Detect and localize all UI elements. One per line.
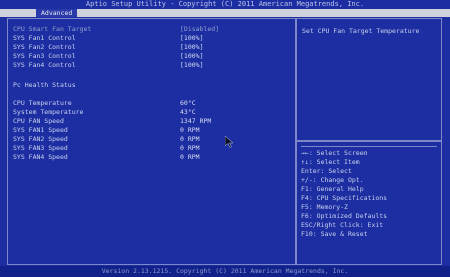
key-enter-select: Enter: Select [301, 167, 352, 175]
health-value: 60°C [180, 99, 196, 107]
setting-sys-fan1-control[interactable]: SYS Fan1 Control [100%] [13, 34, 283, 43]
tab-advanced[interactable]: Advanced [36, 9, 78, 17]
health-section-title: Pc Health Status [13, 81, 76, 89]
tab-bar: Advanced [0, 9, 450, 17]
health-cpu-temperature: CPU Temperature 60°C [13, 99, 283, 108]
key-select-screen: →←: Select Screen [301, 149, 368, 157]
setting-value[interactable]: [100%] [180, 43, 203, 52]
setting-sys-fan3-control[interactable]: SYS Fan3 Control [100%] [13, 52, 283, 61]
setting-value[interactable]: [100%] [180, 52, 203, 61]
setting-label: CPU Smart Fan Target [13, 25, 92, 33]
setting-label: SYS Fan1 Control [13, 34, 76, 42]
setting-sys-fan2-control[interactable]: SYS Fan2 Control [100%] [13, 43, 283, 52]
setting-value[interactable]: [100%] [180, 61, 203, 70]
setting-cpu-smart-fan-target[interactable]: CPU Smart Fan Target [Disabled] [13, 25, 283, 34]
setting-value[interactable]: [100%] [180, 34, 203, 43]
divider [301, 146, 437, 147]
setting-label: SYS Fan2 Control [13, 43, 76, 51]
health-label: SYS FAN2 Speed [13, 135, 68, 143]
health-sys-fan1-speed: SYS FAN1 Speed 0 RPM [13, 126, 283, 135]
window-title: Aptio Setup Utility - Copyright (C) 2011… [85, 0, 365, 8]
setting-sys-fan4-control[interactable]: SYS Fan4 Control [100%] [13, 61, 283, 70]
health-sys-fan2-speed: SYS FAN2 Speed 0 RPM [13, 135, 283, 144]
help-panel: Set CPU Fan Target Temperature [296, 18, 442, 141]
key-exit: ESC/Right Click: Exit [301, 221, 384, 229]
key-general-help: F1: General Help [301, 185, 364, 193]
health-label: SYS FAN4 Speed [13, 153, 68, 161]
key-save-reset: F10: Save & Reset [301, 230, 368, 238]
help-text: Set CPU Fan Target Temperature [302, 27, 420, 35]
key-memory-z: F5: Memory-Z [301, 203, 348, 211]
health-label: CPU FAN Speed [13, 117, 64, 125]
setting-value[interactable]: [Disabled] [180, 25, 219, 34]
health-value: 0 RPM [180, 153, 200, 161]
key-select-item: ↑↓: Select Item [301, 158, 360, 166]
health-sys-fan3-speed: SYS FAN3 Speed 0 RPM [13, 144, 283, 153]
key-cpu-specifications: F4: CPU Specifications [301, 194, 388, 202]
health-label: System Temperature [13, 108, 84, 116]
settings-panel: CPU Smart Fan Target [Disabled] SYS Fan1… [7, 18, 296, 265]
mouse-pointer-icon [225, 136, 234, 148]
health-value: 0 RPM [180, 135, 200, 143]
health-cpu-fan-speed: CPU FAN Speed 1347 RPM [13, 117, 283, 126]
key-legend-panel: →←: Select Screen ↑↓: Select Item Enter:… [296, 141, 442, 265]
health-sys-fan4-speed: SYS FAN4 Speed 0 RPM [13, 153, 283, 162]
health-value: 43°C [180, 108, 196, 116]
health-system-temperature: System Temperature 43°C [13, 108, 283, 117]
health-label: SYS FAN3 Speed [13, 144, 68, 152]
key-optimized-defaults: F6: Optimized Defaults [301, 212, 388, 220]
version-footer: Version 2.13.1215. Copyright (C) 2011 Am… [0, 266, 450, 277]
key-change-option: +/-: Change Opt. [301, 176, 364, 184]
health-value: 0 RPM [180, 144, 200, 152]
setting-label: SYS Fan4 Control [13, 61, 76, 69]
health-label: SYS FAN1 Speed [13, 126, 68, 134]
health-value: 1347 RPM [180, 117, 212, 125]
setting-label: SYS Fan3 Control [13, 52, 76, 60]
health-value: 0 RPM [180, 126, 200, 134]
key-legend: →←: Select Screen ↑↓: Select Item Enter:… [301, 149, 387, 239]
health-label: CPU Temperature [13, 99, 72, 107]
